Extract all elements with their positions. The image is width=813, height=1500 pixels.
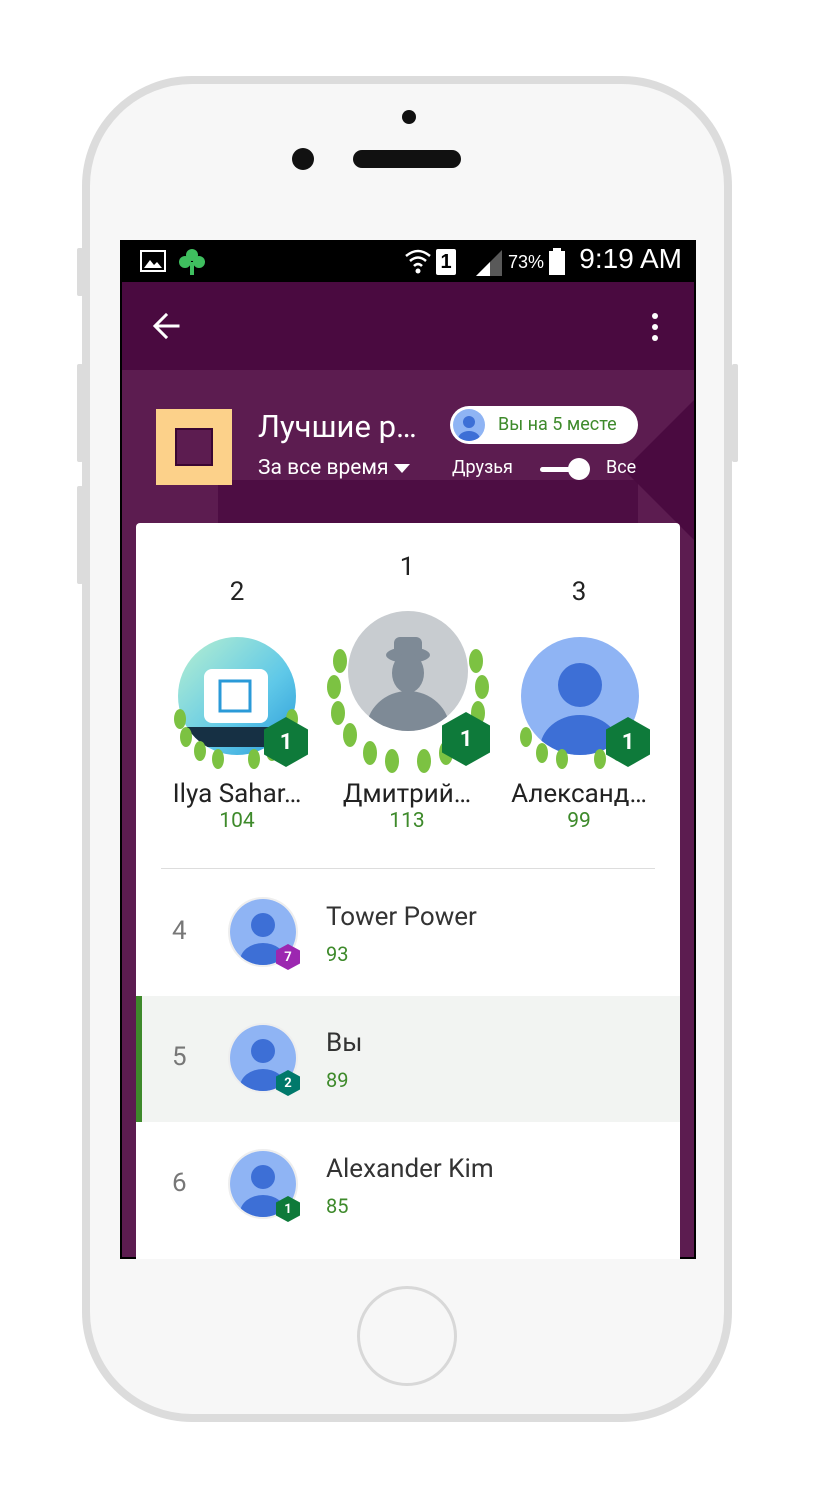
- podium-rank: 2: [229, 577, 245, 607]
- game-icon: [156, 409, 232, 485]
- leaderboard-row[interactable]: 6 1 Alexander Kim 85: [136, 1122, 680, 1248]
- leaderboard-row-current-user[interactable]: 5 2 Вы 89: [136, 996, 680, 1122]
- sim-slot-label: 1: [440, 251, 452, 273]
- earpiece-speaker: [353, 150, 461, 168]
- podium-3-score: 99: [567, 809, 591, 833]
- leaderboard-card: 2 1 Ilya Sahar… 104 1 1 Дмитрий… 113 3 1…: [136, 523, 680, 1259]
- screen: 1 73% 9:19 AM Лучшие р… За все время Вы …: [120, 240, 696, 1259]
- row-rank: 6: [172, 1168, 187, 1198]
- sim-card-icon: 1: [436, 249, 456, 275]
- mute-button: [77, 486, 83, 584]
- game-banner-art: [218, 480, 638, 524]
- leaderboard-row[interactable]: 4 7 Tower Power 93: [136, 870, 680, 996]
- podium-2-info: Ilya Sahar… 104: [152, 779, 322, 833]
- row-score: 89: [326, 1068, 349, 1092]
- podium-rank: 3: [571, 577, 587, 607]
- row-score: 93: [326, 942, 349, 966]
- battery-percent: 73%: [508, 252, 545, 272]
- podium-rank: 1: [399, 552, 415, 582]
- period-label: За все время: [258, 456, 389, 480]
- podium-1-info: Дмитрий… 113: [322, 779, 492, 833]
- row-player-name: Tower Power: [326, 902, 477, 932]
- podium-3-name: Александ…: [511, 779, 647, 809]
- podium-2-score: 104: [219, 809, 255, 833]
- podium-place-3[interactable]: 3: [494, 577, 664, 607]
- podium-place-2[interactable]: 2: [152, 577, 322, 607]
- leaderboard-title: Лучшие р…: [258, 408, 417, 445]
- battery-icon: [549, 248, 565, 275]
- my-rank-label: Вы на 5 месте: [498, 414, 617, 435]
- podium-1-name: Дмитрий…: [342, 779, 472, 809]
- all-filter-label[interactable]: Все: [606, 457, 636, 478]
- proximity-sensor: [402, 110, 416, 124]
- front-camera: [292, 148, 314, 170]
- podium-1-score: 113: [389, 809, 425, 833]
- power-button: [732, 364, 738, 462]
- status-bar: 1 73% 9:19 AM: [120, 240, 696, 282]
- wifi-icon: [405, 249, 431, 274]
- clover-notification-icon: [179, 249, 205, 275]
- status-time: 9:19 AM: [579, 243, 682, 274]
- podium-place-1[interactable]: 1: [322, 552, 492, 582]
- my-avatar: [453, 409, 485, 441]
- friends-all-toggle[interactable]: [540, 458, 592, 480]
- signal-icon: [476, 250, 502, 276]
- volume-up-button: [77, 248, 83, 296]
- home-button[interactable]: [357, 1286, 457, 1386]
- friends-filter-label[interactable]: Друзья: [452, 457, 513, 478]
- podium-divider: [161, 868, 655, 869]
- period-dropdown[interactable]: За все время: [258, 456, 411, 480]
- volume-down-button: [77, 364, 83, 462]
- more-vert-icon[interactable]: [650, 312, 660, 342]
- podium-3-info: Александ… 99: [494, 779, 664, 833]
- row-rank: 4: [172, 916, 187, 946]
- gallery-notification-icon: [140, 250, 166, 272]
- podium-2-name: Ilya Sahar…: [172, 779, 302, 809]
- back-arrow-icon[interactable]: [152, 312, 180, 340]
- app-bar: [122, 282, 694, 370]
- row-score: 85: [326, 1194, 349, 1218]
- row-rank: 5: [172, 1042, 187, 1072]
- row-player-name: Alexander Kim: [326, 1154, 494, 1184]
- dropdown-caret-icon: [394, 463, 411, 473]
- my-rank-chip[interactable]: Вы на 5 месте: [450, 406, 638, 444]
- current-user-accent: [136, 996, 142, 1122]
- row-player-name: Вы: [326, 1028, 363, 1058]
